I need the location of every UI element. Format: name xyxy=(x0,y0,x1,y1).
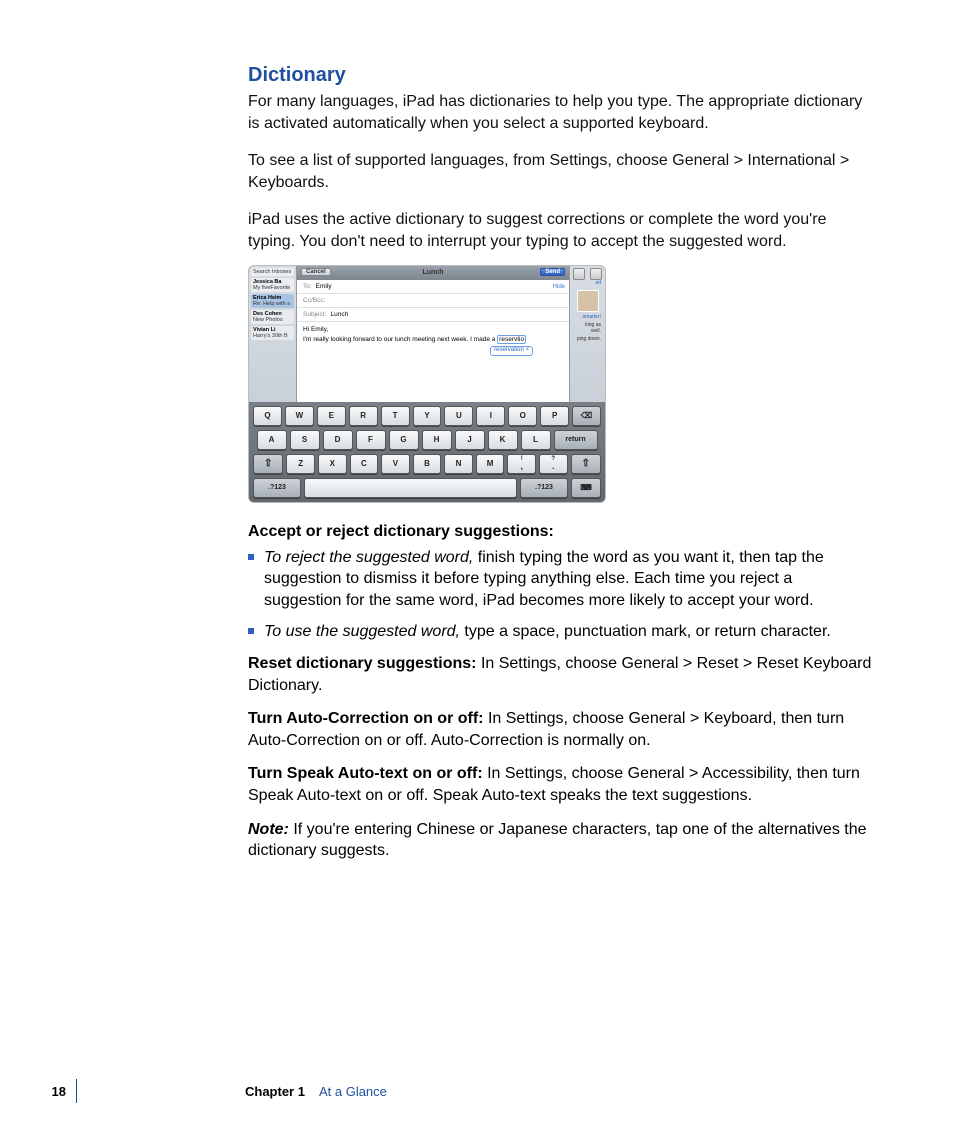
key-f: F xyxy=(356,430,386,450)
key-sym-left: .?123 xyxy=(253,478,301,498)
key-x: X xyxy=(318,454,347,474)
key-excl-comma: !, xyxy=(507,454,536,474)
key-y: Y xyxy=(413,406,442,426)
key-h: H xyxy=(422,430,452,450)
ss-body: Hi Emily, I'm really looking forward to … xyxy=(297,322,569,361)
key-shift-right: ⇧ xyxy=(571,454,601,474)
key-sym-right: .?123 xyxy=(520,478,568,498)
key-m: M xyxy=(476,454,505,474)
ss-cc-field: Cc/Bcc: xyxy=(297,294,569,308)
key-t: T xyxy=(381,406,410,426)
key-backspace: ⌫ xyxy=(572,406,601,426)
key-k: K xyxy=(488,430,518,450)
intro-paragraph-2: To see a list of supported languages, fr… xyxy=(248,150,874,193)
key-e: E xyxy=(317,406,346,426)
ss-hide-link: Hide xyxy=(553,284,565,290)
key-o: O xyxy=(508,406,537,426)
ss-typed-word: reservtio xyxy=(497,335,526,344)
ss-right-toolbar xyxy=(572,268,603,278)
key-z: Z xyxy=(286,454,315,474)
intro-paragraph-3: iPad uses the active dictionary to sugge… xyxy=(248,209,874,252)
ss-suggestion-bubble: reservation × xyxy=(490,346,533,356)
key-l: L xyxy=(521,430,551,450)
ipad-screenshot: Search Inboxes Jessica BaMy fiveFavorite… xyxy=(248,265,606,503)
subhead-accept-reject: Accept or reject dictionary suggestions: xyxy=(248,523,874,541)
ss-avatar xyxy=(577,290,599,312)
ss-sidebar: Search Inboxes Jessica BaMy fiveFavorite… xyxy=(249,266,297,402)
key-n: N xyxy=(444,454,473,474)
key-d: D xyxy=(323,430,353,450)
key-c: C xyxy=(350,454,379,474)
ss-to-field: To:Emily xyxy=(297,280,569,294)
key-r: R xyxy=(349,406,378,426)
ss-compose-title: Lunch xyxy=(423,269,444,276)
ss-side-row: Vivian LiHarry's 30th B xyxy=(251,326,294,340)
key-shift-left: ⇧ xyxy=(253,454,283,474)
chapter-label: Chapter 1 xyxy=(245,1084,305,1099)
key-return: return xyxy=(554,430,598,450)
ss-send-button: Send xyxy=(540,268,565,276)
key-b: B xyxy=(413,454,442,474)
task-reset: Reset dictionary suggestions: In Setting… xyxy=(248,653,874,696)
ss-cancel-button: Cancel xyxy=(301,268,331,276)
intro-paragraph-1: For many languages, iPad has dictionarie… xyxy=(248,91,874,134)
ss-compose-window: Cancel Lunch Send Hide To:Emily Cc/Bcc: … xyxy=(297,266,569,402)
key-q: Q xyxy=(253,406,282,426)
page-footer: 18 Chapter 1 At a Glance xyxy=(0,1079,954,1103)
chapter-title: At a Glance xyxy=(319,1084,387,1099)
bullet-use-rest: type a space, punctuation mark, or retur… xyxy=(460,623,831,640)
bullet-reject: To reject the suggested word, finish typ… xyxy=(248,547,874,612)
key-w: W xyxy=(285,406,314,426)
ss-right-panel: ed smarter! king as well. ping down. xyxy=(569,266,605,402)
key-v: V xyxy=(381,454,410,474)
key-s: S xyxy=(290,430,320,450)
ss-subject-field: Subject:Lunch xyxy=(297,308,569,322)
bullet-use-lead: To use the suggested word, xyxy=(264,623,460,640)
ss-side-row: Jessica BaMy fiveFavorite xyxy=(251,278,294,292)
ss-keyboard: Q W E R T Y U I O P ⌫ A S D F G H J K xyxy=(249,402,605,502)
key-i: I xyxy=(476,406,505,426)
ss-side-row: Des CohenNew Photos xyxy=(251,310,294,324)
key-q-period: ?. xyxy=(539,454,568,474)
key-hide-keyboard: ⌨ xyxy=(571,478,601,498)
bullet-use: To use the suggested word, type a space,… xyxy=(248,621,874,643)
section-heading: Dictionary xyxy=(248,64,874,87)
key-a: A xyxy=(257,430,287,450)
page-number: 18 xyxy=(0,1084,76,1099)
key-u: U xyxy=(444,406,473,426)
key-g: G xyxy=(389,430,419,450)
bullet-reject-lead: To reject the suggested word, xyxy=(264,549,473,566)
bullet-list: To reject the suggested word, finish typ… xyxy=(248,547,874,643)
key-p: P xyxy=(540,406,569,426)
ss-search: Search Inboxes xyxy=(251,268,294,276)
ss-side-row: Erica HeimRe: Help with s xyxy=(251,294,294,308)
key-space xyxy=(304,478,517,498)
footer-divider xyxy=(76,1079,77,1103)
key-j: J xyxy=(455,430,485,450)
task-speak-auto-text: Turn Speak Auto-text on or off: In Setti… xyxy=(248,763,874,806)
note: Note: If you're entering Chinese or Japa… xyxy=(248,819,874,862)
task-auto-correction: Turn Auto-Correction on or off: In Setti… xyxy=(248,708,874,751)
